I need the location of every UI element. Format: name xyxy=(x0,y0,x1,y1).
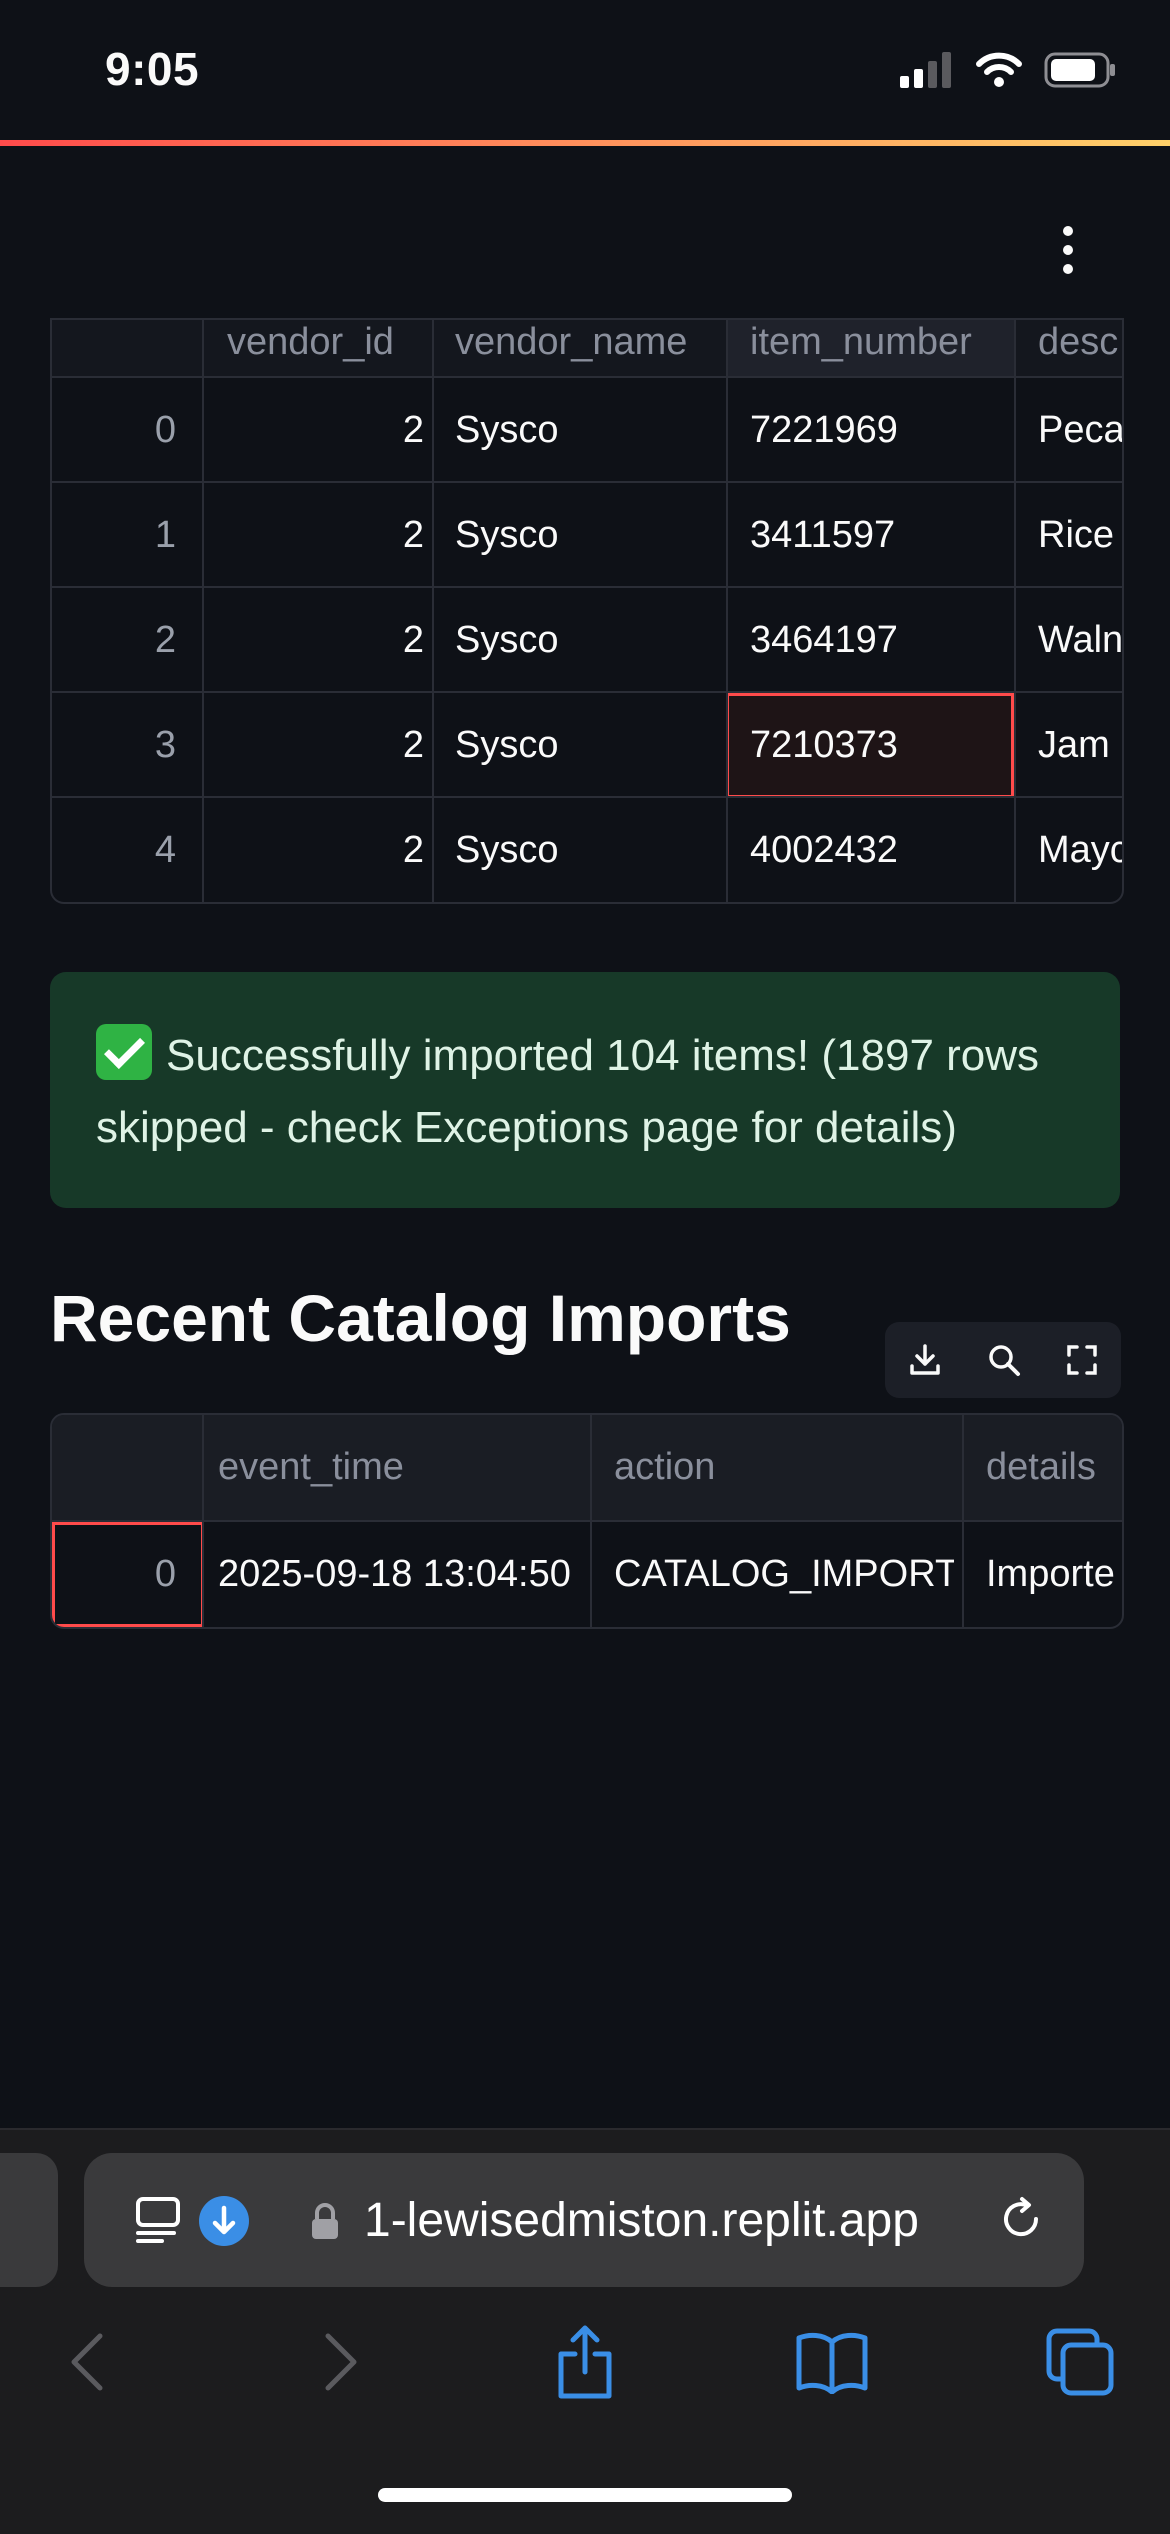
header-vendor-id: vendor_id xyxy=(227,321,394,363)
battery-icon xyxy=(1044,52,1115,88)
share-icon[interactable] xyxy=(545,2322,625,2402)
status-time: 9:05 xyxy=(105,43,200,95)
forward-icon[interactable] xyxy=(300,2322,380,2402)
cell-description[interactable]: Mayc xyxy=(1038,798,1122,902)
table-row[interactable]: 3 2 Sysco 7210373 Jam xyxy=(52,691,1122,798)
app-header-gradient xyxy=(0,140,1170,146)
cell-vendor-name[interactable]: Sysco xyxy=(455,483,715,588)
cell-description[interactable]: Rice . xyxy=(1038,483,1122,588)
url-text[interactable]: 1-lewisedmiston.replit.app xyxy=(364,2193,919,2248)
back-icon[interactable] xyxy=(48,2322,128,2402)
cell-item-number[interactable]: 4002432 xyxy=(750,798,1010,902)
header-details: details xyxy=(986,1446,1096,1488)
lock-icon xyxy=(312,2203,338,2239)
cellular-signal-icon xyxy=(900,52,951,88)
table-row[interactable]: 2 2 Sysco 3464197 Waln xyxy=(52,586,1122,693)
previous-tab-preview[interactable] xyxy=(0,2153,58,2287)
success-alert: Successfully imported 104 items! (1897 r… xyxy=(50,972,1120,1208)
success-message: Successfully imported 104 items! (1897 r… xyxy=(96,1031,1040,1152)
download-icon[interactable] xyxy=(907,1342,943,1378)
status-bar: 9:05 xyxy=(0,0,1170,140)
header-item-number: item_number xyxy=(750,321,972,363)
table-row[interactable]: 0 2 Sysco 7221969 Peca xyxy=(52,376,1122,483)
row-index: 2 xyxy=(154,619,176,661)
cell-item-number[interactable]: 3464197 xyxy=(750,588,1010,693)
cell-vendor-id[interactable]: 2 xyxy=(204,798,424,902)
cell-details[interactable]: Importe xyxy=(986,1522,1122,1627)
cell-item-number-selected[interactable]: 7210373 xyxy=(750,693,1010,798)
cell-item-number[interactable]: 3411597 xyxy=(750,483,1010,588)
reload-icon[interactable] xyxy=(996,2195,1046,2245)
cell-vendor-name[interactable]: Sysco xyxy=(455,798,715,902)
header-event-time: event_time xyxy=(218,1446,404,1488)
tabs-icon[interactable] xyxy=(1040,2322,1120,2402)
bookmarks-icon[interactable] xyxy=(792,2322,872,2402)
header-vendor-name: vendor_name xyxy=(455,321,688,363)
fullscreen-icon[interactable] xyxy=(1065,1343,1099,1377)
table-header-row: vendor_id vendor_name item_number desc xyxy=(52,320,1122,376)
home-indicator xyxy=(378,2488,792,2502)
header-description: desc xyxy=(1038,321,1119,363)
cell-description[interactable]: Jam xyxy=(1038,693,1122,798)
catalog-preview-table[interactable]: vendor_id vendor_name item_number desc 0… xyxy=(50,318,1124,904)
recent-imports-table[interactable]: event_time action details 0 2025-09-18 1… xyxy=(50,1413,1124,1629)
cell-vendor-id[interactable]: 2 xyxy=(204,588,424,693)
cell-vendor-id[interactable]: 2 xyxy=(204,693,424,798)
cell-vendor-id[interactable]: 2 xyxy=(204,483,424,588)
table-toolbar xyxy=(885,1322,1121,1398)
address-bar[interactable]: 1-lewisedmiston.replit.app xyxy=(84,2153,1084,2287)
cell-description[interactable]: Waln xyxy=(1038,588,1122,693)
cell-event-time[interactable]: 2025-09-18 13:04:50 xyxy=(218,1522,578,1627)
row-index[interactable]: 0 xyxy=(52,1522,176,1627)
row-index: 1 xyxy=(154,514,176,556)
row-index: 0 xyxy=(154,409,176,451)
section-title: Recent Catalog Imports xyxy=(50,1281,791,1355)
cell-action[interactable]: CATALOG_IMPORT xyxy=(614,1522,954,1627)
download-badge-icon[interactable] xyxy=(198,2195,250,2247)
cell-vendor-name[interactable]: Sysco xyxy=(455,588,715,693)
cell-vendor-name[interactable]: Sysco xyxy=(455,378,715,483)
row-index: 3 xyxy=(154,724,176,766)
header-action: action xyxy=(614,1446,716,1488)
row-index: 4 xyxy=(154,829,176,871)
table-row[interactable]: 4 2 Sysco 4002432 Mayc xyxy=(52,796,1122,902)
cell-item-number[interactable]: 7221969 xyxy=(750,378,1010,483)
search-icon[interactable] xyxy=(986,1342,1022,1378)
cell-description[interactable]: Peca xyxy=(1038,378,1122,483)
wifi-icon xyxy=(976,52,1022,87)
check-mark-icon xyxy=(96,1024,152,1080)
more-menu-icon[interactable] xyxy=(1056,226,1080,274)
cell-vendor-name[interactable]: Sysco xyxy=(455,693,715,798)
table-row[interactable]: 1 2 Sysco 3411597 Rice . xyxy=(52,481,1122,588)
cell-vendor-id[interactable]: 2 xyxy=(204,378,424,483)
page-menu-icon[interactable] xyxy=(134,2195,184,2245)
status-icons xyxy=(900,52,1116,88)
